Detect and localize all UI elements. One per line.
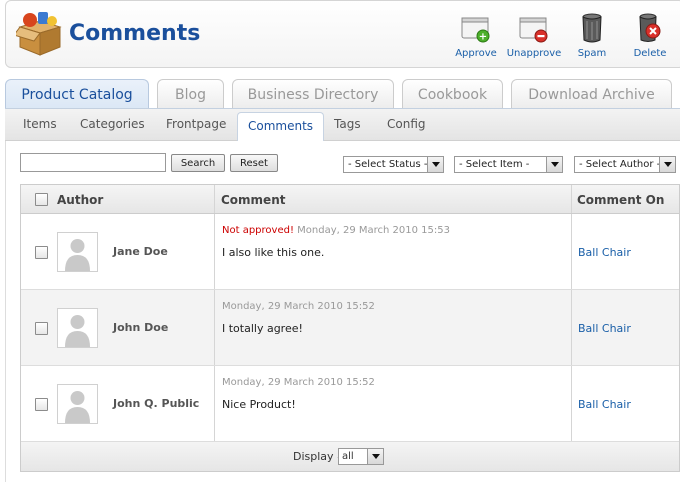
search-input[interactable] <box>20 153 166 172</box>
comment-date: Monday, 29 March 2010 15:53 <box>297 225 451 236</box>
page-header: Comments + Approve Unapprove Spam Delete <box>5 0 680 68</box>
delete-button[interactable]: Delete <box>621 13 679 59</box>
tab-download-archive[interactable]: Download Archive <box>511 79 672 109</box>
row-checkbox[interactable] <box>35 322 48 335</box>
table-row: John Doe Monday, 29 March 2010 15:52 I t… <box>21 290 679 366</box>
table-row: John Q. Public Monday, 29 March 2010 15:… <box>21 366 679 442</box>
chevron-down-icon <box>659 157 675 172</box>
author-select-value: - Select Author - <box>579 159 661 170</box>
page-title: Comments <box>69 21 201 46</box>
subtab-config[interactable]: Config <box>387 117 426 131</box>
display-count-select[interactable]: all <box>338 448 384 465</box>
column-divider <box>214 290 215 365</box>
status-select[interactable]: - Select Status - <box>343 156 444 173</box>
author-name: John Q. Public <box>113 397 200 410</box>
svg-text:+: + <box>479 32 487 43</box>
approve-label: Approve <box>455 48 497 59</box>
select-all-checkbox[interactable] <box>35 193 48 206</box>
delete-icon <box>639 13 661 42</box>
tab-business-directory[interactable]: Business Directory <box>232 79 394 109</box>
delete-label: Delete <box>633 48 667 59</box>
author-name: Jane Doe <box>113 245 168 258</box>
table-row: Jane Doe Not approved! Monday, 29 March … <box>21 214 679 290</box>
item-select-value: - Select Item - <box>459 159 530 170</box>
unapprove-button[interactable]: Unapprove <box>505 13 563 59</box>
not-approved-badge: Not approved! <box>222 225 294 236</box>
row-checkbox[interactable] <box>35 246 48 259</box>
row-checkbox[interactable] <box>35 398 48 411</box>
unapprove-icon <box>519 17 548 43</box>
user-silhouette-icon <box>65 391 90 423</box>
author-name: John Doe <box>113 321 169 334</box>
table-header: Author Comment Comment On <box>21 185 679 214</box>
avatar <box>57 308 98 348</box>
approve-icon: + <box>461 17 490 43</box>
unapprove-label: Unapprove <box>506 48 562 59</box>
comment-text: I also like this one. <box>222 246 325 259</box>
avatar <box>57 384 98 424</box>
column-divider <box>571 214 572 289</box>
box-logo-icon <box>13 9 64 57</box>
comment-date: Monday, 29 March 2010 15:52 <box>222 301 375 312</box>
chevron-down-icon <box>427 157 443 172</box>
column-divider <box>214 185 215 213</box>
search-button[interactable]: Search <box>171 154 225 172</box>
reset-button[interactable]: Reset <box>230 154 278 172</box>
comment-on-link[interactable]: Ball Chair <box>578 246 631 259</box>
header-comment[interactable]: Comment <box>221 193 285 207</box>
header-comment-on[interactable]: Comment On <box>577 193 664 207</box>
display-count-value: all <box>342 451 354 462</box>
subtab-comments[interactable]: Comments <box>237 112 325 141</box>
user-silhouette-icon <box>65 239 90 271</box>
spam-button[interactable]: Spam <box>563 13 621 59</box>
status-select-value: - Select Status - <box>348 159 428 170</box>
item-select[interactable]: - Select Item - <box>454 156 563 173</box>
chevron-down-icon <box>546 157 562 172</box>
comment-date: Monday, 29 March 2010 15:52 <box>222 377 375 388</box>
tab-blog[interactable]: Blog <box>157 79 224 109</box>
comment-text: Nice Product! <box>222 398 296 411</box>
user-silhouette-icon <box>65 315 90 347</box>
header-author[interactable]: Author <box>57 193 103 207</box>
comment-text: I totally agree! <box>222 322 303 335</box>
subtab-tags[interactable]: Tags <box>334 117 361 131</box>
column-divider <box>214 366 215 441</box>
column-divider <box>571 185 572 213</box>
spam-label: Spam <box>577 48 607 59</box>
tab-cookbook[interactable]: Cookbook <box>402 79 503 109</box>
trash-can-icon <box>582 13 602 43</box>
toolbar: + Approve Unapprove Spam Delete <box>447 13 679 59</box>
subtab-items[interactable]: Items <box>23 117 57 131</box>
chevron-down-icon <box>367 449 383 464</box>
author-select[interactable]: - Select Author - <box>574 156 676 173</box>
comment-on-link[interactable]: Ball Chair <box>578 398 631 411</box>
column-divider <box>214 214 215 289</box>
comments-table: Author Comment Comment On Jane Doe Not a… <box>20 184 680 472</box>
main-tabs: Product Catalog Blog Business Directory … <box>5 79 680 109</box>
approve-button[interactable]: + Approve <box>447 13 505 59</box>
column-divider <box>571 366 572 441</box>
comment-on-link[interactable]: Ball Chair <box>578 322 631 335</box>
subtab-frontpage[interactable]: Frontpage <box>166 117 226 131</box>
avatar <box>57 232 98 272</box>
column-divider <box>571 290 572 365</box>
subtab-categories[interactable]: Categories <box>80 117 145 131</box>
sub-tab-bar: Items Categories Frontpage Comments Tags… <box>5 109 680 141</box>
table-footer: Display # all <box>21 442 679 471</box>
comment-meta: Not approved! Monday, 29 March 2010 15:5… <box>222 225 450 236</box>
tab-product-catalog[interactable]: Product Catalog <box>5 79 149 109</box>
